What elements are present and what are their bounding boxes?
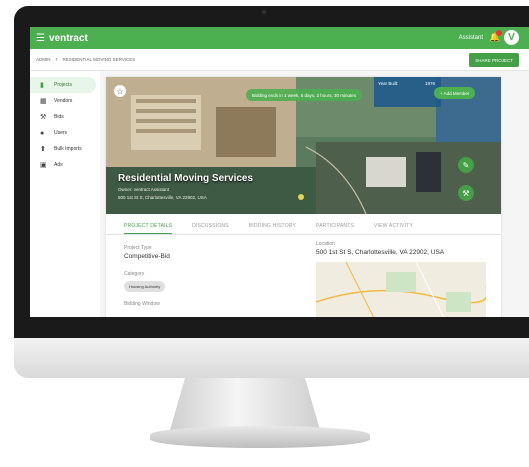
category-chip: Housing Authority [124, 281, 166, 292]
gavel-icon: ⚒ [40, 114, 47, 121]
add-member-button[interactable]: + Add Member [434, 87, 476, 99]
sidebar-item-projects[interactable]: ▮ Projects [30, 77, 96, 93]
top-app-bar: ☰ ventract Assistant 🔔 V [30, 27, 529, 49]
category-label: Category [124, 271, 145, 277]
breadcrumb-current: RESIDENTIAL MOVING SERVICES [62, 57, 136, 62]
sidebar-item-label: Projects [54, 82, 73, 88]
year-built-value: 1976 [424, 81, 435, 86]
sidebar-item-bids[interactable]: ⚒ Bids [30, 109, 100, 125]
project-owner: Owner: ventract Assistant [118, 187, 170, 192]
sidebar-item-label: Ads [54, 162, 63, 168]
share-project-button[interactable]: SHARE PROJECT [469, 53, 519, 67]
location-map[interactable] [316, 262, 486, 317]
sidebar-item-vendors[interactable]: ▦ Vendors [30, 93, 100, 109]
breadcrumb: ADMIN › RESIDENTIAL MOVING SERVICES SHAR… [30, 49, 529, 71]
monitor-chin [14, 338, 529, 378]
sidebar-item-label: Users [54, 130, 68, 136]
breadcrumb-root[interactable]: ADMIN [36, 57, 51, 62]
app-screen: ☰ ventract Assistant 🔔 V ADMIN › RESIDEN… [30, 27, 529, 317]
project-card: ☆ Bidding ends in 1 week, 5 days, 2 hour… [106, 77, 501, 317]
notification-badge [496, 30, 502, 36]
monitor-stand-base [150, 426, 370, 448]
ad-icon: ▣ [40, 162, 47, 169]
year-built-box: Year Built: 1976 [374, 77, 441, 107]
tab-participants[interactable]: PARTICIPANTS [316, 217, 354, 234]
sidebar-item-users[interactable]: ● Users [30, 125, 100, 141]
edit-pencil-icon[interactable]: ✎ [458, 157, 474, 173]
tab-bidding-history[interactable]: BIDDING HISTORY [249, 217, 296, 234]
file-icon: ▮ [40, 82, 44, 89]
project-tabs: PROJECT DETAILS DISCUSSIONS BIDDING HIST… [106, 217, 501, 235]
sidebar-item-label: Bids [54, 114, 64, 120]
tab-discussions[interactable]: DISCUSSIONS [192, 217, 229, 234]
brand-logo[interactable]: ventract [49, 33, 88, 44]
sidebar: ▮ Projects ▦ Vendors ⚒ Bids ● Users ⬆ Bu… [30, 71, 100, 317]
tab-view-activity[interactable]: VIEW ACTIVITY [374, 217, 413, 234]
monitor-mockup: ☰ ventract Assistant 🔔 V ADMIN › RESIDEN… [0, 0, 529, 467]
upload-icon: ⬆ [40, 146, 46, 153]
user-icon: ● [40, 129, 45, 137]
location-value: 500 1st St S, Charlottesville, VA 22902,… [316, 249, 445, 256]
monitor-stand-neck [170, 378, 320, 430]
sidebar-item-bulk-imports[interactable]: ⬆ Bulk Imports [30, 141, 100, 157]
camera-dot [262, 10, 266, 14]
avatar[interactable]: V [504, 30, 519, 45]
project-hero: ☆ Bidding ends in 1 week, 5 days, 2 hour… [106, 77, 501, 214]
tab-project-details[interactable]: PROJECT DETAILS [124, 217, 173, 234]
bidding-window-label: Bidding Window [124, 301, 160, 307]
project-address: 500 1st St S, Charlottesville, VA 22902,… [118, 195, 207, 200]
favorite-star-icon[interactable]: ☆ [114, 85, 126, 97]
assistant-label[interactable]: Assistant [459, 35, 483, 41]
main-content: ☆ Bidding ends in 1 week, 5 days, 2 hour… [100, 71, 529, 317]
sidebar-item-label: Vendors [54, 98, 73, 104]
gavel-icon[interactable]: ⚒ [458, 185, 474, 201]
project-title: Residential Moving Services [118, 173, 254, 184]
year-built-label: Year Built: [378, 81, 399, 86]
bidding-countdown: Bidding ends in 1 week, 5 days, 2 hours,… [246, 89, 363, 101]
project-type-label: Project Type [124, 245, 152, 251]
chevron-right-icon: › [55, 56, 58, 63]
sidebar-item-ads[interactable]: ▣ Ads [30, 157, 100, 173]
project-type-value: Competitive-Bid [124, 253, 170, 260]
menu-icon[interactable]: ☰ [36, 33, 45, 44]
sidebar-item-label: Bulk Imports [54, 146, 82, 152]
location-label: Location [316, 241, 335, 247]
building-icon: ▦ [40, 98, 47, 105]
map-graphic [316, 262, 486, 317]
